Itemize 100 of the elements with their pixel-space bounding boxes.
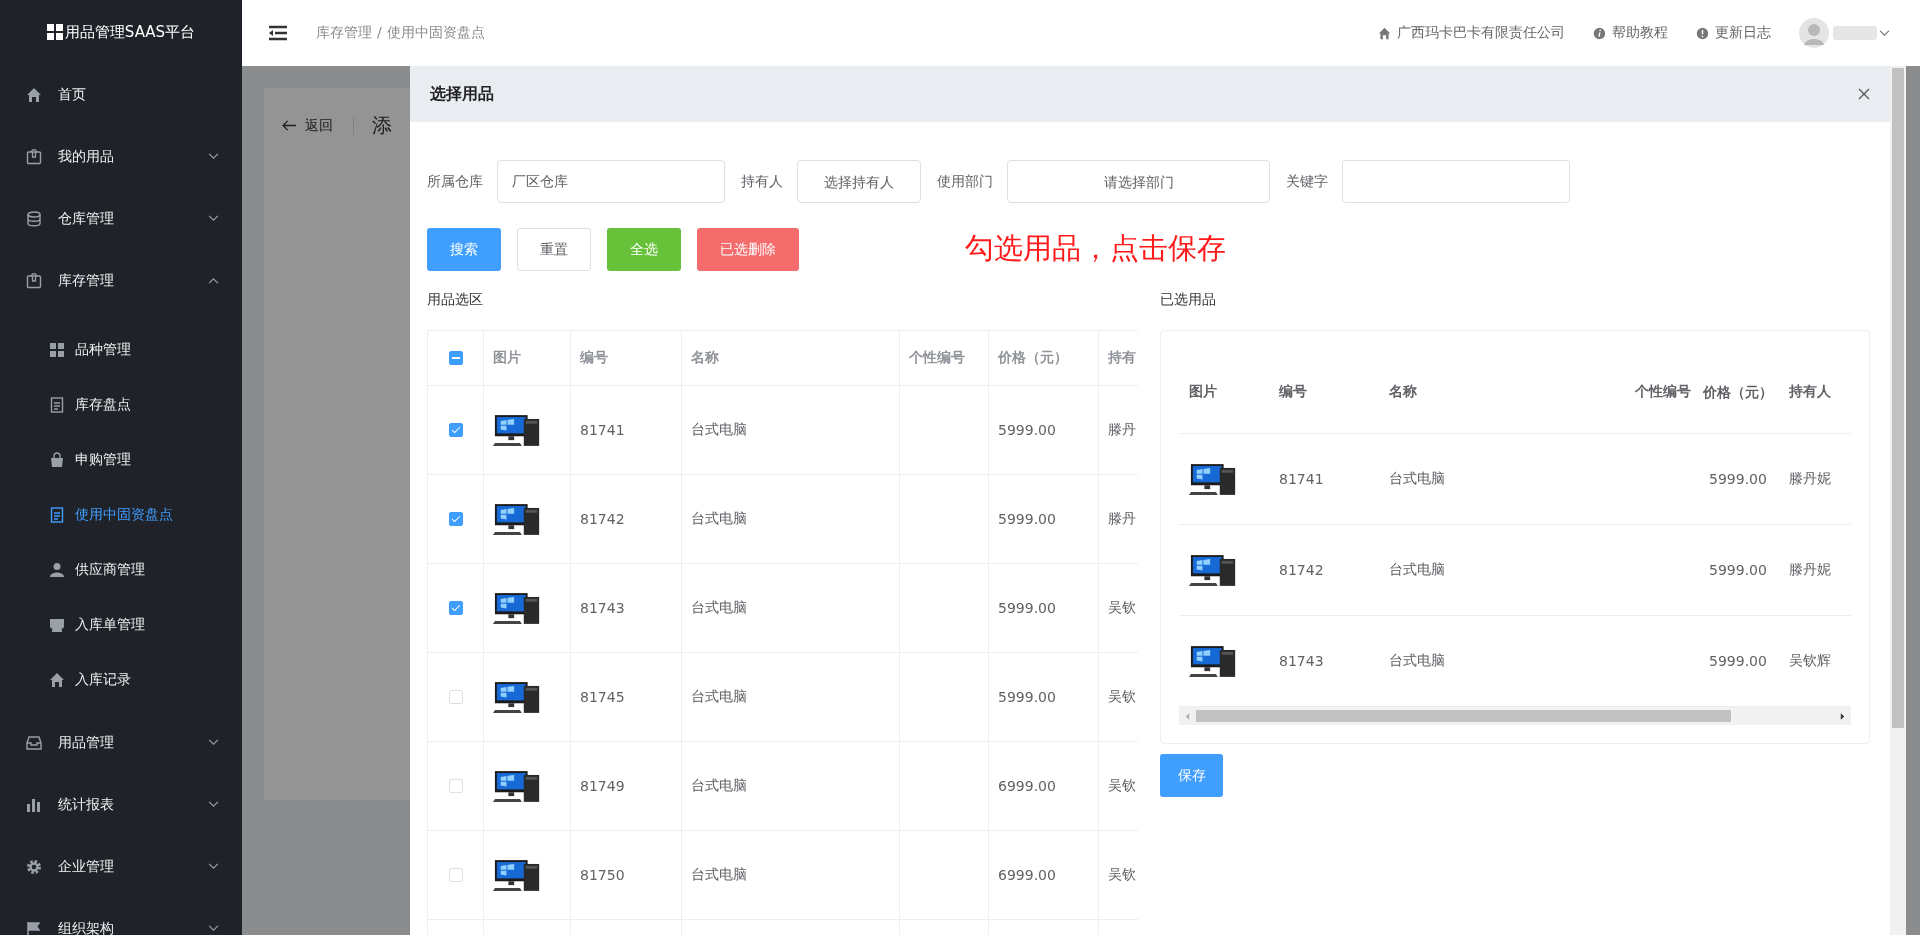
user-icon [49,561,65,578]
filter-label: 关键字 [1286,172,1328,191]
redacted-username [1833,26,1877,40]
column-header: 名称 [691,349,719,367]
horizontal-scrollbar[interactable] [1179,707,1851,725]
column-header: 个性编号 [909,349,965,367]
header-link[interactable]: 帮助教程 [1612,24,1668,42]
action-button[interactable]: 重置 [517,228,591,271]
info-icon [1593,26,1606,40]
table-cell: 81745 [580,689,625,705]
table-cell: 滕丹 [1108,421,1136,439]
sidebar-item[interactable]: 库存管理 [0,250,242,312]
table-cell: 滕丹妮 [1789,561,1831,579]
column-header: 编号 [1279,383,1307,401]
sidebar-item[interactable]: 首页 [0,64,242,126]
table-cell: 滕丹 [1108,510,1136,528]
caret-icon [208,801,219,808]
filter-input[interactable]: 请选择部门 [1007,160,1270,203]
sidebar-item[interactable]: 我的用品 [0,126,242,188]
select-all-checkbox[interactable] [448,351,463,365]
sidebar-subitem[interactable]: 申购管理 [0,432,242,487]
row-checkbox[interactable] [448,601,463,615]
table-cell: 台式电脑 [691,599,747,617]
home-icon [49,671,65,688]
caret-icon [208,153,219,160]
document-icon [49,506,65,523]
table-cell: 5999.00 [998,600,1056,616]
section-title: 已选用品 [1160,291,1217,309]
table-cell: 81749 [580,778,625,794]
page-title: 添 [372,112,392,139]
column-header: 持有人 [1789,383,1831,401]
scroll-right-icon[interactable] [1840,712,1845,720]
scroll-left-icon[interactable] [1185,712,1190,720]
sidebar-subitem[interactable]: 库存盘点 [0,377,242,432]
filter-label: 使用部门 [937,172,993,191]
box-icon [26,149,42,165]
document-icon [49,396,65,413]
row-checkbox[interactable] [448,423,463,437]
arrow-left-icon [282,120,297,131]
sidebar-item[interactable]: 统计报表 [0,774,242,836]
table-cell: 5999.00 [1709,471,1767,487]
sidebar-subitem[interactable]: 入库单管理 [0,597,242,652]
table-cell: 台式电脑 [1389,652,1445,670]
section-title: 用品选区 [427,291,484,309]
column-header: 价格（元） [1703,383,1773,402]
table-cell: 台式电脑 [1389,470,1445,488]
sidebar-item[interactable]: 用品管理 [0,712,242,774]
sidebar-subitem[interactable]: 使用中固资盘点 [0,487,242,542]
caret-icon[interactable] [1879,29,1890,37]
header-link[interactable]: 广西玛卡巴卡有限责任公司 [1397,24,1565,42]
sidebar-subitem[interactable]: 供应商管理 [0,542,242,597]
home-icon [1378,26,1391,40]
table-cell: 5999.00 [1709,562,1767,578]
caret-icon [208,277,219,284]
app-logo-title: 用品管理SAAS平台 [64,22,196,42]
grid-logo-icon [46,24,63,40]
table-cell: 吴钦 [1108,777,1136,795]
table-cell: 5999.00 [998,689,1056,705]
bar-chart-icon [26,797,42,813]
bag-icon [49,451,65,468]
table-cell: 5999.00 [998,511,1056,527]
filter-input[interactable] [1342,160,1570,203]
sidebar-item[interactable]: 企业管理 [0,836,242,898]
table-cell: 台式电脑 [691,421,747,439]
table-cell: 5999.00 [998,422,1056,438]
table-cell: 6999.00 [998,778,1056,794]
breadcrumb-link[interactable]: 使用中固资盘点 [386,24,485,42]
scrollbar[interactable] [1890,66,1906,935]
grid-icon [49,341,65,358]
caret-icon [208,215,219,222]
table-cell: 81741 [580,422,625,438]
column-header: 持有 [1108,349,1136,367]
caret-icon [208,925,219,932]
avatar-icon[interactable] [1799,18,1829,48]
table-cell: 81743 [580,600,625,616]
sidebar-item[interactable]: 组织架构 [0,898,242,935]
column-header: 图片 [493,349,521,367]
breadcrumb-link[interactable]: 库存管理 [316,24,372,42]
sidebar-subitem[interactable]: 入库记录 [0,652,242,707]
sidebar-subitem[interactable]: 品种管理 [0,322,242,377]
menu-icon[interactable] [268,25,288,41]
table-cell: 吴钦 [1108,599,1136,617]
caret-icon [208,863,219,870]
tray-icon [49,616,65,633]
back-link[interactable]: 返回 [282,116,354,135]
table-cell: 吴钦 [1108,688,1136,706]
table-cell: 81743 [1279,653,1324,669]
sidebar-item[interactable]: 仓库管理 [0,188,242,250]
table-cell: 81742 [580,511,625,527]
settings-icon [26,859,42,875]
column-header: 个性编号 [1635,383,1691,401]
filter-input[interactable]: 选择持有人 [797,160,921,203]
filter-label: 持有人 [741,172,783,191]
filter-input[interactable]: 厂区仓库 [497,160,725,203]
home-icon [26,87,42,103]
header-link[interactable]: 更新日志 [1715,24,1771,42]
close-icon[interactable] [1858,88,1870,100]
table-cell: 台式电脑 [691,866,747,884]
row-checkbox[interactable] [448,512,463,526]
filter-label: 所属仓库 [427,172,483,191]
